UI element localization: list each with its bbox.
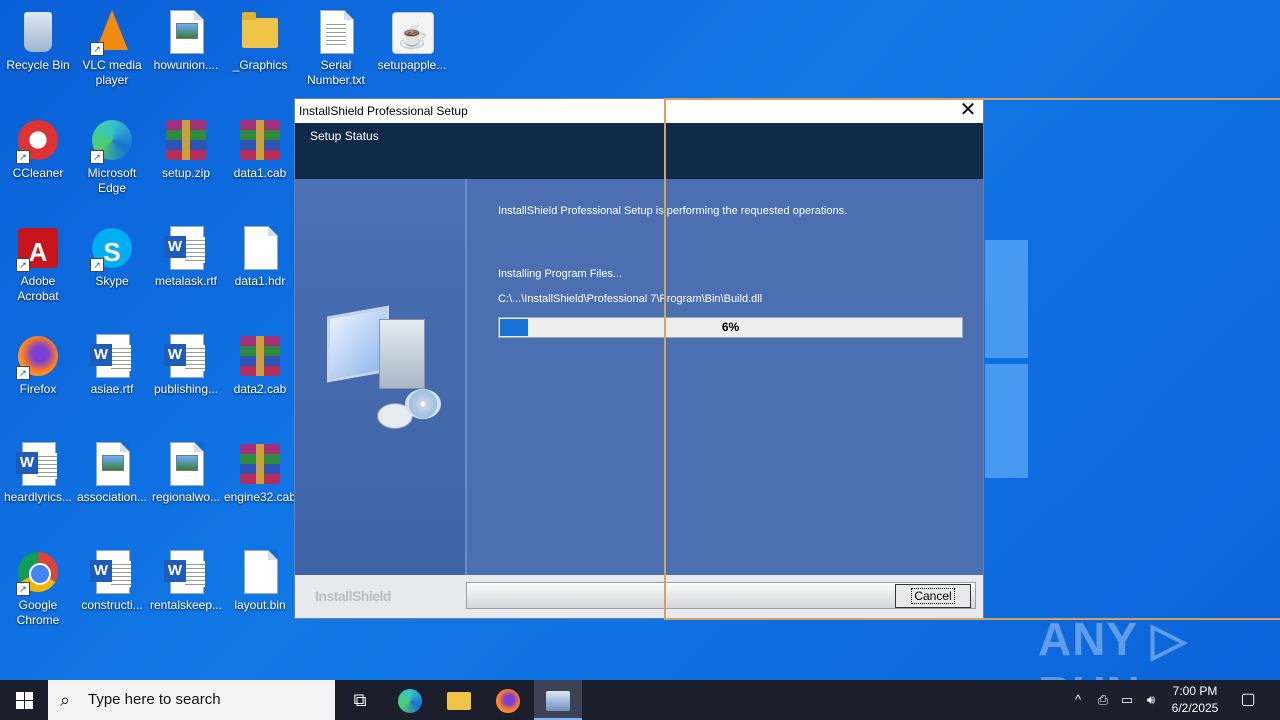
desktop-icon-setup-zip[interactable]: setup.zip bbox=[148, 116, 224, 181]
desktop-icon-heardlyrics[interactable]: W heardlyrics... bbox=[0, 440, 76, 505]
desktop-icon-adobe-acrobat[interactable]: A ↗ Adobe Acrobat bbox=[0, 224, 76, 304]
desktop-icon-data1-hdr[interactable]: data1.hdr bbox=[222, 224, 298, 289]
desktop-icon-data2-cab[interactable]: data2.cab bbox=[222, 332, 298, 397]
desktop-icon-engine32-cab[interactable]: engine32.cab bbox=[222, 440, 298, 505]
progress-percent-label: 6% bbox=[721, 320, 740, 334]
desktop-icon-firefox[interactable]: ↗ Firefox bbox=[0, 332, 76, 397]
desktop-icon-layout-bin[interactable]: layout.bin bbox=[222, 548, 298, 613]
desktop-icon-skype[interactable]: S ↗ Skype bbox=[74, 224, 150, 289]
system-clock[interactable]: 7:00 PM 6/2/2025 bbox=[1160, 683, 1230, 717]
winrar-archive-icon bbox=[240, 336, 280, 376]
desktop-icon-metalask-rtf[interactable]: W metalask.rtf bbox=[148, 224, 224, 289]
desktop-icon-publishing[interactable]: W publishing... bbox=[148, 332, 224, 397]
task-view-icon[interactable]: ⧉ bbox=[336, 680, 384, 720]
installer-body: InstallShield Professional Setup is perf… bbox=[295, 179, 983, 575]
taskbar: ⌕ Type here to search ⧉ ^ ⎙ ▭ 🔊︎ 7:00 PM… bbox=[0, 680, 1280, 720]
desktop-icon-serial-number-txt[interactable]: Serial Number.txt bbox=[298, 8, 374, 88]
close-icon[interactable]: ✕ bbox=[953, 99, 983, 123]
header-title: Setup Status bbox=[310, 129, 379, 143]
installer-footer: InstallShield Cancel bbox=[295, 575, 983, 618]
desktop-icon-rentalskeep[interactable]: W rentalskeep... bbox=[148, 548, 224, 613]
operation-message: InstallShield Professional Setup is perf… bbox=[498, 205, 848, 217]
device-icon[interactable]: ⎙ bbox=[1091, 680, 1115, 720]
winrar-archive-icon bbox=[240, 444, 280, 484]
network-icon[interactable]: ▭ bbox=[1115, 680, 1139, 720]
taskbar-search-box[interactable]: ⌕ Type here to search bbox=[48, 680, 335, 720]
notification-icon[interactable]: ▢ bbox=[1236, 680, 1260, 720]
edge-icon[interactable] bbox=[386, 680, 434, 720]
computer-illustration-icon bbox=[323, 305, 443, 439]
desktop-icon-recycle-bin[interactable]: Recycle Bin bbox=[0, 8, 76, 73]
desktop-icon-regionalwo[interactable]: regionalwo... bbox=[148, 440, 224, 505]
installer-icon[interactable] bbox=[534, 680, 582, 720]
desktop-icon-ccleaner[interactable]: ↗ CCleaner bbox=[0, 116, 76, 181]
progress-bar: 6% bbox=[498, 317, 963, 338]
image-file-icon bbox=[96, 442, 130, 486]
image-file-icon bbox=[170, 10, 204, 54]
windows-wallpaper-logo bbox=[985, 240, 1030, 480]
installing-status: Installing Program Files... bbox=[498, 268, 623, 280]
winrar-archive-icon bbox=[166, 120, 206, 160]
folder-icon bbox=[242, 12, 278, 48]
show-hidden-icons-chevron-icon[interactable]: ^ bbox=[1066, 680, 1090, 720]
start-button[interactable] bbox=[0, 680, 48, 720]
file-explorer-icon[interactable] bbox=[435, 680, 483, 720]
installshield-window: InstallShield Professional Setup ✕ Setup… bbox=[294, 98, 984, 619]
search-icon: ⌕ bbox=[60, 690, 71, 710]
selection-overlay-top bbox=[664, 98, 1280, 100]
blank-file-icon bbox=[244, 550, 278, 594]
desktop-icon-google-chrome[interactable]: ↗ Google Chrome bbox=[0, 548, 76, 628]
recycle-bin-icon bbox=[24, 12, 52, 52]
java-icon: ☕ bbox=[392, 12, 434, 54]
desktop-icon-data1-cab[interactable]: data1.cab bbox=[222, 116, 298, 181]
desktop-icon-graphics-folder[interactable]: _Graphics bbox=[222, 8, 298, 73]
firefox-icon[interactable] bbox=[484, 680, 532, 720]
desktop-icon-asiae-rtf[interactable]: W asiae.rtf bbox=[74, 332, 150, 397]
desktop-icon-vlc[interactable]: ↗ VLC media player bbox=[74, 8, 150, 88]
desktop-icon-constructi[interactable]: W constructi... bbox=[74, 548, 150, 613]
installshield-brand-logo: InstallShield bbox=[315, 588, 391, 604]
window-title: InstallShield Professional Setup bbox=[299, 104, 468, 118]
desktop-icon-association[interactable]: association... bbox=[74, 440, 150, 505]
desktop-icon-microsoft-edge[interactable]: ↗ Microsoft Edge bbox=[74, 116, 150, 196]
desktop-icon-setupapple[interactable]: ☕ setupapple... bbox=[374, 8, 450, 73]
clock-date: 6/2/2025 bbox=[1171, 701, 1219, 715]
text-file-icon bbox=[320, 10, 354, 54]
selection-overlay-left bbox=[664, 98, 666, 620]
current-file-path: C:\...\InstallShield\Professional 7\Prog… bbox=[498, 293, 763, 305]
winrar-archive-icon bbox=[240, 120, 280, 160]
cancel-label: Cancel bbox=[911, 588, 955, 604]
search-placeholder: Type here to search bbox=[88, 691, 221, 708]
installer-side-panel bbox=[295, 179, 467, 575]
desktop-icon-howunion[interactable]: howunion.... bbox=[148, 8, 224, 73]
cancel-button[interactable]: Cancel bbox=[895, 584, 971, 608]
blank-file-icon bbox=[244, 226, 278, 270]
image-file-icon bbox=[170, 442, 204, 486]
window-titlebar[interactable]: InstallShield Professional Setup ✕ bbox=[295, 99, 983, 123]
clock-time: 7:00 PM bbox=[1172, 684, 1218, 698]
installer-header: Setup Status bbox=[295, 123, 983, 179]
